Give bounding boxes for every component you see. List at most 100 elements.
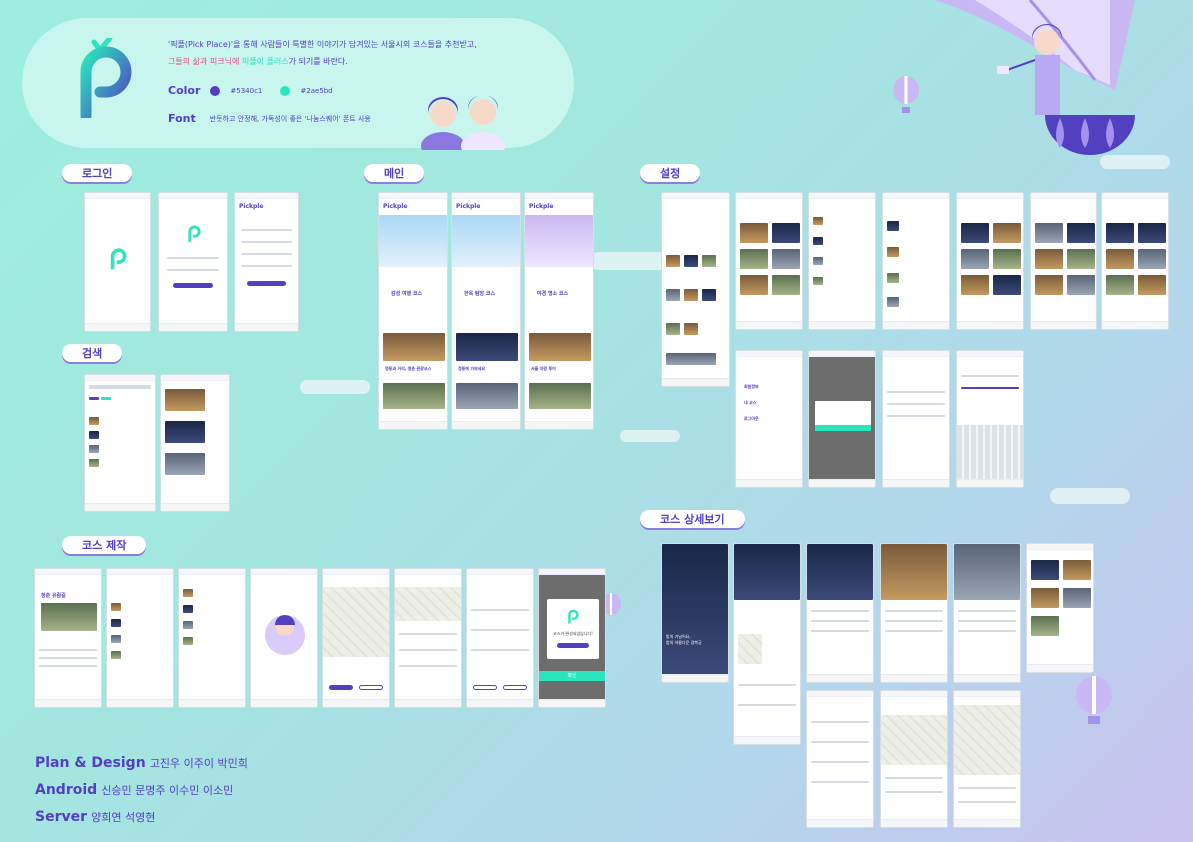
color-row: Color #5340c1 #2ae5bd (168, 84, 333, 97)
course-make-map-screen[interactable] (322, 568, 390, 708)
app-logo-text: Pickple (456, 203, 481, 210)
map-view[interactable] (954, 705, 1020, 775)
signup-button[interactable] (247, 281, 286, 286)
app-logo-text: Pickple (529, 203, 554, 210)
section-tab-search: 검색 (62, 344, 123, 362)
course-card[interactable] (383, 383, 445, 409)
settings-gallery-screen[interactable] (1101, 192, 1169, 330)
map-action-button[interactable] (359, 685, 383, 690)
map-view[interactable] (323, 587, 389, 657)
settings-menu-item[interactable]: 회원정보 (740, 381, 763, 393)
profile-keyboard-screen[interactable] (956, 350, 1024, 488)
signup-screen[interactable]: Pickple (234, 192, 299, 332)
course-complete-dialog-screen[interactable]: 코스가 완성되었습니다! 확인 (538, 568, 606, 708)
characters-illustration (421, 95, 505, 150)
settings-category-screen[interactable] (882, 192, 950, 330)
search-screen[interactable] (84, 374, 156, 512)
settings-profile-screen[interactable] (661, 192, 730, 387)
color-label: Color (168, 84, 201, 97)
dialog-ok-button[interactable] (815, 425, 871, 431)
primary-color-swatch (210, 85, 221, 96)
course-detail-info-screen[interactable] (733, 543, 801, 745)
main-screen-3[interactable]: Pickple 야경 명소 코스 서울 야경 투어 (524, 192, 594, 430)
intro-line-2-c: 가 되기를 바란다. (288, 57, 348, 66)
intro-line-2-b: 픽플이 플러스 (241, 57, 289, 66)
credit-row: Android 신승민 문명주 이수민 이소민 (35, 777, 248, 804)
login-form-screen[interactable] (158, 192, 228, 332)
course-make-empty-screen (250, 568, 318, 708)
credit-row: Plan & Design 고진우 이주이 박민희 (35, 750, 248, 777)
primary-color-hex: #5340c1 (230, 86, 263, 95)
small-balloon-icon (893, 76, 919, 113)
intro-text: '픽플(Pick Place)'을 통해 사람들이 특별한 이야기가 담겨있는 … (168, 36, 477, 70)
main-screen-1[interactable]: Pickple 감성 여행 코스 명동과 거리, 청춘 관광코스 (378, 192, 448, 430)
keyboard[interactable] (957, 425, 1023, 481)
section-tab-settings: 설정 (640, 164, 701, 182)
intro-line-1: '픽플(Pick Place)'을 통해 사람들이 특별한 이야기가 담겨있는 … (168, 40, 477, 49)
confirm-bar-button[interactable]: 확인 (539, 671, 605, 681)
small-balloon-icon (1076, 676, 1112, 724)
cloud (620, 430, 680, 442)
course-detail-map-screen[interactable] (953, 690, 1021, 828)
section-tab-login: 로그인 (62, 164, 133, 182)
main-card-title: 한옥 탐방 코스 (464, 291, 496, 297)
hot-air-balloon-illustration (935, 0, 1135, 155)
settings-dialog (815, 401, 871, 427)
course-detail-timeline-screen[interactable] (806, 690, 874, 828)
course-make-screen-3[interactable] (178, 568, 246, 708)
intro-line-2: 그들의 삶과 피크닉에 픽플이 플러스가 되기를 바란다. (168, 53, 477, 70)
course-card[interactable] (529, 333, 591, 361)
empty-illustration (265, 615, 305, 655)
settings-menu-item[interactable]: 로그아웃 (740, 413, 763, 425)
course-card[interactable] (456, 383, 518, 409)
credit-names: 신승민 문명주 이수민 이소민 (101, 784, 234, 797)
section-tab-course-detail: 코스 상세보기 (640, 510, 745, 528)
course-card[interactable] (529, 383, 591, 409)
course-detail-spot-screen[interactable] (806, 543, 874, 683)
section-tab-main: 메인 (364, 164, 425, 182)
font-desc: 반듯하고 안정해, 가독성이 좋은 '나눔스퀘어' 폰트 사용 (209, 114, 371, 123)
dialog-confirm-button[interactable] (557, 643, 589, 648)
settings-gallery-screen[interactable] (956, 192, 1024, 330)
course-detail-cover-screen[interactable]: 밤의 거닐어요, 밤의 아름다운 경복궁 (661, 543, 729, 683)
search-result-screen[interactable] (160, 374, 230, 512)
course-card[interactable] (383, 333, 445, 361)
credit-role: Android (35, 782, 98, 798)
course-make-screen-1[interactable]: 청춘 유람길 (34, 568, 102, 708)
secondary-color-swatch (280, 85, 291, 96)
course-detail-spot-screen[interactable] (880, 543, 948, 683)
profile-edit-screen[interactable] (882, 350, 950, 488)
course-title: 청춘 유람길 (41, 593, 66, 599)
course-card[interactable] (456, 333, 518, 361)
settings-dialog-screen[interactable] (808, 350, 876, 488)
settings-menu-screen[interactable]: 회원정보 내 코스 로그아웃 (735, 350, 803, 488)
main-screen-2[interactable]: Pickple 한옥 탐방 코스 정동에 가보세요 (451, 192, 521, 430)
course-detail-spot-screen[interactable] (953, 543, 1021, 683)
login-button[interactable] (173, 283, 213, 288)
settings-list-screen[interactable] (808, 192, 876, 330)
map-view[interactable] (881, 715, 947, 765)
course-make-list-screen[interactable] (466, 568, 534, 708)
course-detail-map-screen[interactable] (880, 690, 948, 828)
settings-gallery-screen[interactable] (735, 192, 803, 330)
cloud (300, 380, 370, 394)
font-row: Font 반듯하고 안정해, 가독성이 좋은 '나눔스퀘어' 폰트 사용 (168, 112, 371, 125)
list-action-button[interactable] (473, 685, 497, 690)
detail-hero-line-2: 밤의 아름다운 경복궁 (666, 640, 702, 645)
course-make-route-screen[interactable] (394, 568, 462, 708)
app-logo-text: Pickple (383, 203, 408, 210)
pickple-logo (80, 38, 132, 118)
credits: Plan & Design 고진우 이주이 박민희 Android 신승민 문명… (35, 750, 248, 831)
list-action-button[interactable] (503, 685, 527, 690)
course-card-title: 정동에 가보세요 (458, 366, 486, 371)
settings-menu-item[interactable]: 내 코스 (740, 397, 760, 409)
map-action-button[interactable] (329, 685, 353, 690)
pickple-logo (110, 248, 127, 270)
credit-role: Plan & Design (35, 755, 146, 771)
course-detail-gallery-screen[interactable] (1026, 543, 1094, 673)
app-logo-text: Pickple (239, 203, 264, 210)
course-make-screen-2[interactable] (106, 568, 174, 708)
search-input[interactable] (89, 385, 151, 389)
dialog-text: 코스가 완성되었습니다! (553, 631, 593, 636)
settings-gallery-screen[interactable] (1030, 192, 1097, 330)
